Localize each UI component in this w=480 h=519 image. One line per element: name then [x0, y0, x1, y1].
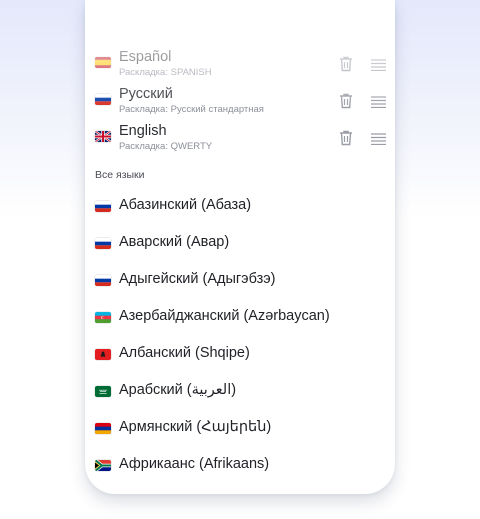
enabled-language-row-spanish[interactable]: Español Раскладка: SPANISH — [85, 47, 395, 84]
language-name: Español — [119, 49, 172, 65]
uk-flag-icon — [95, 131, 111, 142]
language-list-item-arabic[interactable]: Арабский (العربية) — [85, 373, 395, 410]
russia-flag-icon — [95, 201, 111, 212]
armenia-flag-icon — [95, 423, 111, 434]
russia-flag-icon — [95, 94, 111, 105]
language-list-item-abaza[interactable]: Абазинский (Абаза) — [85, 188, 395, 225]
enabled-language-row-english[interactable]: English Раскладка: QWERTY — [85, 121, 395, 158]
south-africa-flag-icon — [95, 460, 111, 471]
russia-flag-icon — [95, 238, 111, 249]
enabled-language-row-russian[interactable]: Русский Раскладка: Русский стандартная — [85, 84, 395, 121]
language-name: Арабский (العربية) — [119, 382, 237, 398]
language-list-item-afrikaans[interactable]: Африкаанс (Afrikaans) — [85, 447, 395, 484]
drag-handle-icon[interactable] — [371, 95, 386, 109]
language-list-item-azerbaijani[interactable]: Азербайджанский (Azərbaycan) — [85, 299, 395, 336]
saudi-arabia-flag-icon — [95, 386, 111, 397]
azerbaijan-flag-icon — [95, 312, 111, 323]
language-settings-panel: Español Раскладка: SPANISH Русский Раскл… — [85, 0, 395, 494]
language-name: Армянский (Հայերեն) — [119, 419, 272, 435]
trash-icon[interactable] — [339, 56, 353, 72]
drag-handle-icon[interactable] — [371, 132, 386, 146]
keyboard-layout-label: Раскладка: QWERTY — [119, 141, 213, 152]
language-name: Адыгейский (Адыгэбзэ) — [119, 271, 276, 287]
language-name: Африкаанс (Afrikaans) — [119, 456, 270, 472]
spain-flag-icon — [95, 57, 111, 68]
language-name: Албанский (Shqipe) — [119, 345, 250, 361]
language-list-item-armenian[interactable]: Армянский (Հայերեն) — [85, 410, 395, 447]
russia-flag-icon — [95, 275, 111, 286]
albania-flag-icon — [95, 349, 111, 360]
language-list-item-albanian[interactable]: Албанский (Shqipe) — [85, 336, 395, 373]
keyboard-layout-label: Раскладка: Русский стандартная — [119, 104, 264, 115]
language-name: Азербайджанский (Azərbaycan) — [119, 308, 330, 324]
drag-handle-icon[interactable] — [371, 58, 386, 72]
language-name: Русский — [119, 86, 173, 102]
language-name: Абазинский (Абаза) — [119, 197, 252, 213]
trash-icon[interactable] — [339, 130, 353, 146]
language-list-item-avar[interactable]: Аварский (Авар) — [85, 225, 395, 262]
keyboard-layout-label: Раскладка: SPANISH — [119, 67, 212, 78]
language-list-item-adyghe[interactable]: Адыгейский (Адыгэбзэ) — [85, 262, 395, 299]
all-languages-heading: Все языки — [95, 169, 145, 181]
language-name: Аварский (Авар) — [119, 234, 230, 250]
language-name: English — [119, 123, 167, 139]
trash-icon[interactable] — [339, 93, 353, 109]
